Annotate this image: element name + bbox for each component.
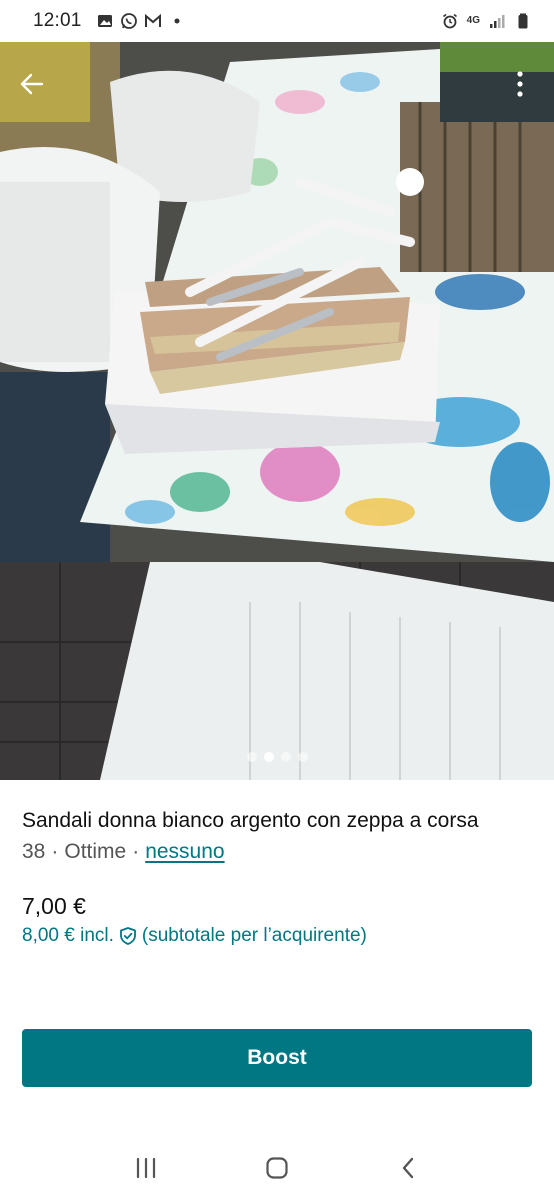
chevron-left-icon	[403, 1157, 414, 1179]
arrow-left-icon	[20, 73, 44, 95]
gallery-notification-icon	[97, 15, 112, 27]
boost-button[interactable]: Boost	[22, 1029, 532, 1087]
recent-apps-icon	[136, 1157, 155, 1179]
whatsapp-notification-icon	[120, 13, 137, 29]
meta-separator: ·	[132, 840, 140, 863]
alarm-icon	[442, 13, 457, 29]
more-vertical-icon	[517, 71, 523, 97]
network-type-label: 4G	[466, 15, 480, 26]
signal-icon	[490, 15, 505, 28]
carousel-dot[interactable]	[297, 752, 308, 762]
meta-separator: ·	[51, 840, 59, 863]
buyer-price-note: (subtotale per l’acquirente)	[141, 925, 367, 946]
notification-icons	[96, 12, 186, 30]
more-notifications-dot-icon	[174, 18, 180, 24]
listing-title: Sandali donna bianco argento con zeppa a…	[22, 809, 479, 832]
back-button[interactable]	[12, 64, 52, 104]
battery-icon	[518, 13, 528, 29]
shield-check-icon	[120, 927, 136, 945]
buyer-price: 8,00 € incl.	[22, 925, 114, 946]
system-nav-bar	[0, 1136, 554, 1200]
recent-apps-button[interactable]	[122, 1144, 170, 1192]
carousel-indicator	[0, 752, 554, 762]
listing-size: 38	[22, 840, 46, 863]
carousel-dot-active[interactable]	[263, 752, 274, 762]
status-time: 12:01	[33, 10, 82, 31]
gmail-notification-icon	[144, 13, 161, 27]
home-icon	[266, 1157, 288, 1179]
carousel-dot[interactable]	[280, 752, 291, 762]
carousel-dot[interactable]	[246, 752, 257, 762]
listing-photo-carousel[interactable]	[0, 42, 554, 780]
listing-meta: 38 · Ottime · nessuno	[22, 837, 532, 866]
home-button[interactable]	[253, 1144, 301, 1192]
buyer-price-info[interactable]: 8,00 € incl. (subtotale per l’acquirente…	[22, 923, 532, 949]
listing-condition: Ottime	[64, 840, 127, 863]
listing-details: Sandali donna bianco argento con zeppa a…	[22, 780, 532, 949]
status-bar: 12:01 4G	[0, 0, 554, 42]
back-nav-button[interactable]	[384, 1144, 432, 1192]
more-options-button[interactable]	[500, 64, 540, 104]
listing-price: 7,00 €	[22, 893, 86, 919]
system-icons: 4G	[441, 12, 532, 30]
listing-brand-link[interactable]: nessuno	[145, 840, 224, 863]
listing-photo	[0, 42, 554, 780]
